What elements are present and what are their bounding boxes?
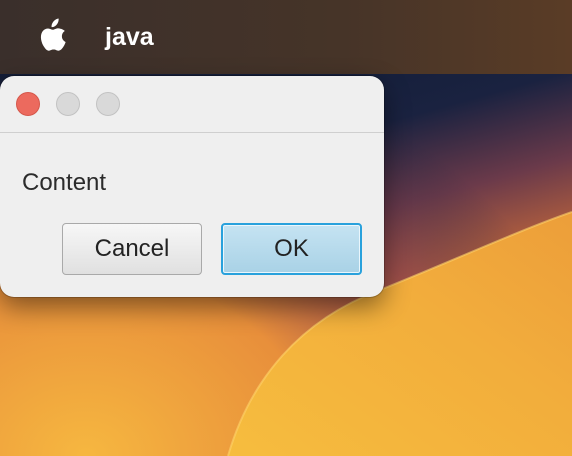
close-window-icon[interactable] <box>16 92 40 116</box>
desktop: java Content Cancel OK <box>0 0 572 456</box>
dialog-titlebar[interactable] <box>0 76 384 133</box>
app-name-menu[interactable]: java <box>105 20 154 54</box>
apple-logo-icon[interactable] <box>38 18 68 54</box>
alert-dialog: Content Cancel OK <box>0 76 384 297</box>
dialog-content-text: Content <box>22 169 107 196</box>
minimize-window-icon[interactable] <box>56 92 80 116</box>
zoom-window-icon[interactable] <box>96 92 120 116</box>
cancel-button[interactable]: Cancel <box>62 223 202 275</box>
menu-bar: java <box>0 0 572 74</box>
ok-button[interactable]: OK <box>221 223 362 275</box>
